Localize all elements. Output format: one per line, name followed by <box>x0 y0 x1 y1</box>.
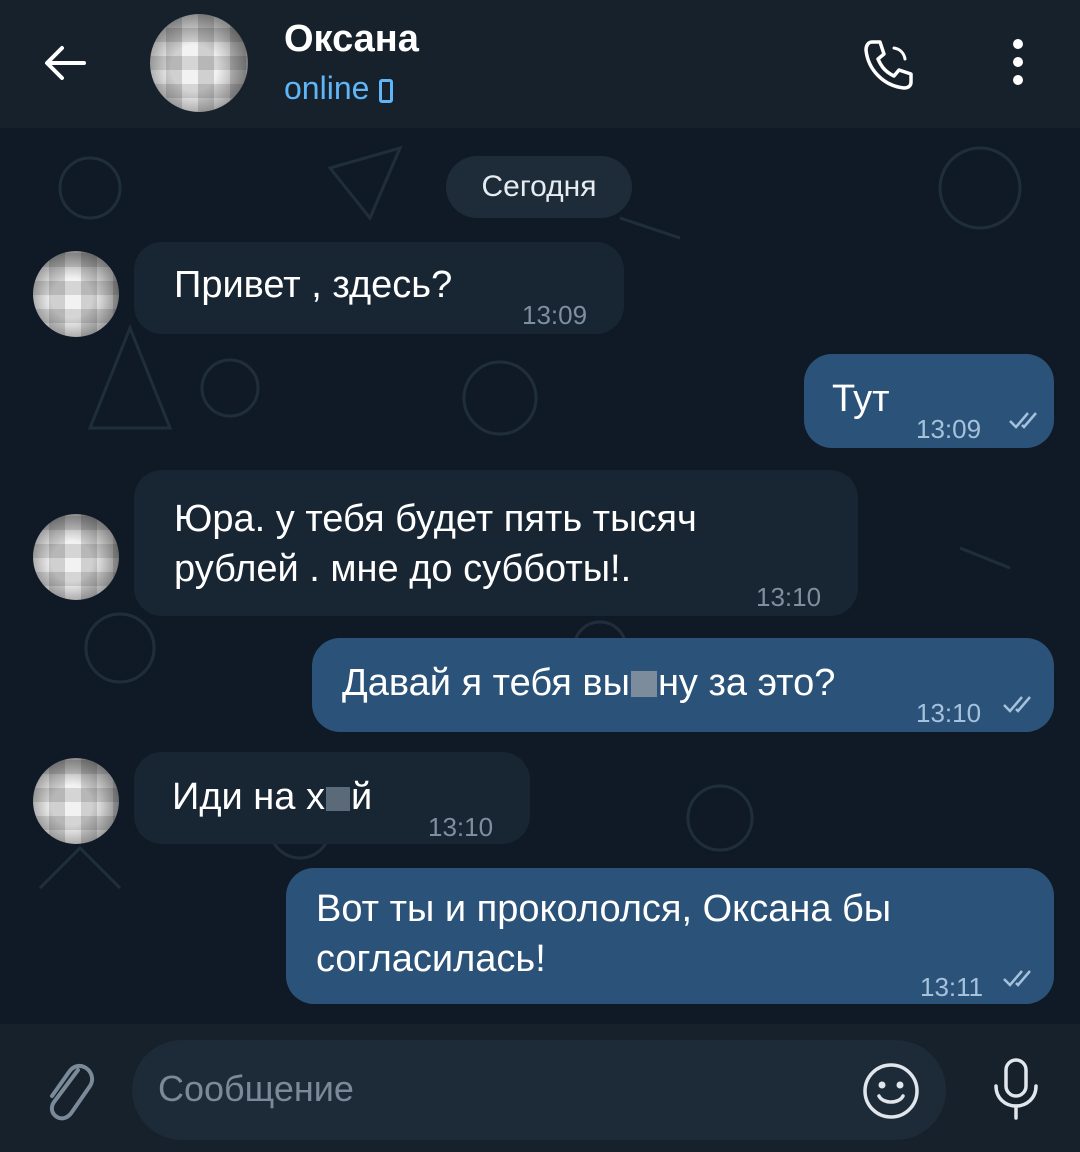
status-text: online <box>284 70 370 106</box>
message-time: 13:09 <box>916 414 982 444</box>
contact-avatar[interactable] <box>150 14 248 112</box>
sender-avatar[interactable] <box>33 758 119 844</box>
outgoing-message[interactable]: Вот ты и прокололся, Оксана бы согласила… <box>286 868 1054 1004</box>
message-line: согласилась! <box>316 938 546 980</box>
double-check-icon <box>1009 412 1037 429</box>
paperclip-icon[interactable] <box>38 1056 98 1126</box>
message-line: Вот ты и прокололся, Оксана бы <box>316 888 892 930</box>
message-time: 13:10 <box>428 812 494 842</box>
sender-avatar[interactable] <box>33 251 119 337</box>
outgoing-message[interactable]: Тут 13:09 <box>804 354 1054 448</box>
message-line: рублей . мне до субботы!. <box>174 548 632 590</box>
phone-icon[interactable] <box>858 34 918 94</box>
date-separator: Сегодня <box>446 156 632 218</box>
message-text-part: ну за это? <box>657 662 836 704</box>
contact-name[interactable]: Оксана <box>284 18 419 61</box>
arrow-left-icon[interactable] <box>40 38 90 88</box>
double-check-icon <box>1003 970 1031 987</box>
microphone-icon[interactable] <box>988 1056 1044 1122</box>
incoming-message[interactable]: Привет , здесь? 13:09 <box>134 242 624 334</box>
chat-area[interactable]: Сегодня Привет , здесь? 13:09 Тут 13:09 … <box>0 128 1080 1024</box>
message-text: Давай я тебя вы ну за это? <box>342 658 835 708</box>
message-time: 13:10 <box>916 698 982 728</box>
message-text-part: Давай я тебя вы <box>342 662 630 704</box>
outgoing-message[interactable]: Давай я тебя вы ну за это? 13:10 <box>312 638 1054 732</box>
contact-status: online <box>284 70 394 107</box>
censor-block <box>630 671 657 697</box>
incoming-message[interactable]: Юра. у тебя будет пять тысяч рублей . мн… <box>134 470 858 616</box>
more-vertical-icon[interactable] <box>1000 36 1036 92</box>
censor-block <box>325 787 350 811</box>
message-line: Юра. у тебя будет пять тысяч <box>174 498 697 540</box>
message-time: 13:09 <box>522 300 588 330</box>
emoji-icon[interactable] <box>860 1060 922 1122</box>
message-text: Иди на х й <box>172 772 372 822</box>
message-text-part: й <box>350 776 373 818</box>
double-check-icon <box>1003 696 1031 713</box>
message-input-placeholder: Сообщение <box>158 1068 354 1109</box>
message-text: Тут <box>832 378 890 420</box>
incoming-message[interactable]: Иди на х й 13:10 <box>134 752 530 844</box>
message-time: 13:10 <box>756 582 822 612</box>
sender-avatar[interactable] <box>33 514 119 600</box>
message-text-part: Иди на х <box>172 776 325 818</box>
message-text: Привет , здесь? <box>174 264 453 306</box>
mobile-device-icon <box>379 78 394 103</box>
message-time: 13:11 <box>920 972 984 1002</box>
